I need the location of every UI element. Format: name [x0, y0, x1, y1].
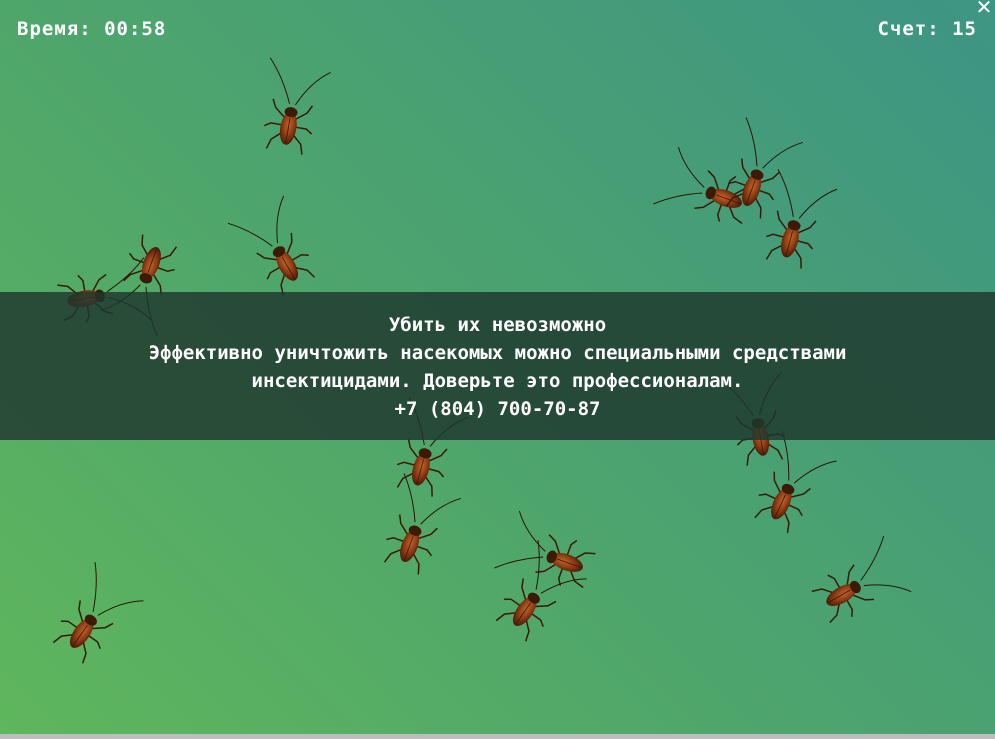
game-area[interactable]: Время: 00:58 Счет: 15 ✕ Убить их невозмо…: [0, 0, 995, 734]
cockroach[interactable]: [493, 508, 602, 600]
info-banner: Убить их невозможно Эффективно уничтожит…: [0, 292, 995, 440]
cockroach[interactable]: [372, 472, 464, 581]
cockroach[interactable]: [253, 56, 333, 158]
cockroach[interactable]: [227, 191, 328, 302]
banner-title: Убить их невозможно: [388, 314, 607, 336]
bottom-scrollbar: [0, 734, 995, 739]
cockroach[interactable]: [485, 539, 590, 651]
banner-line-1: Эффективно уничтожить насекомых можно сп…: [148, 342, 847, 364]
cockroach[interactable]: [754, 168, 839, 274]
banner-line-2: инсектицидами. Доверьте это профессионал…: [251, 370, 744, 392]
cockroach[interactable]: [805, 535, 916, 636]
banner-phone[interactable]: +7 (804) 700-70-87: [0, 395, 995, 423]
cockroach[interactable]: [42, 561, 147, 673]
